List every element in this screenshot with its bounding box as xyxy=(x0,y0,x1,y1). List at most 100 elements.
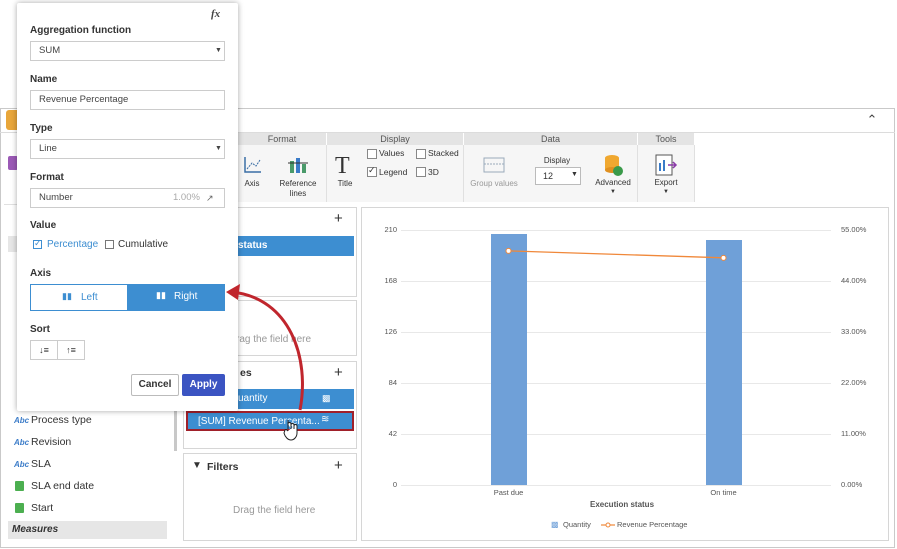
chevron-down-icon: ▼ xyxy=(215,47,222,54)
type-label: Type xyxy=(30,123,53,134)
chevron-down-icon: ▼ xyxy=(663,189,669,195)
filter-icon: ▼ xyxy=(192,460,202,471)
format-value: Number xyxy=(39,192,73,203)
collapse-icon[interactable]: ⌃ xyxy=(864,112,880,128)
display-count-select[interactable]: 12 ▼ xyxy=(535,167,581,185)
apply-button[interactable]: Apply xyxy=(182,374,225,396)
chart-area: Execution status ▩ Quantity Revenue Perc… xyxy=(361,207,889,541)
format-label: Format xyxy=(30,172,64,183)
filters-header: Filters xyxy=(207,461,239,473)
chevron-down-icon: ▼ xyxy=(610,189,616,195)
right-axis-icon: ▮▮ xyxy=(156,290,166,300)
field-sla[interactable]: SLA xyxy=(31,458,51,470)
name-label: Name xyxy=(30,74,58,85)
field-revision[interactable]: Revision xyxy=(31,436,71,448)
line-point xyxy=(505,247,512,254)
export-label: Export xyxy=(654,178,678,187)
axis-icon xyxy=(244,157,261,173)
group-values-button[interactable]: Group values xyxy=(468,155,520,191)
measures-header: Measures xyxy=(8,521,167,539)
annotation-arrow xyxy=(226,284,304,411)
sort-label: Sort xyxy=(30,324,50,335)
aggregation-select[interactable]: SUM ▼ xyxy=(30,41,225,61)
database-icon xyxy=(605,155,623,176)
value-label: Value xyxy=(30,220,57,231)
axis-label-popup: Axis xyxy=(30,268,52,279)
legend-label: Legend xyxy=(379,167,408,177)
bar-chart-icon: ▩ xyxy=(322,393,331,403)
group-values-label: Group values xyxy=(470,179,518,188)
axis-right-button[interactable]: ▮▮ Right xyxy=(128,284,225,311)
stacked-label: Stacked xyxy=(428,148,459,158)
format-sample: 1.00% xyxy=(173,192,200,203)
calendar-icon xyxy=(15,503,24,513)
values-label: Values xyxy=(379,148,405,158)
filters-drag-hint: Drag the field here xyxy=(233,505,316,516)
reference-lines-label-2: lines xyxy=(289,189,307,198)
3d-checkbox[interactable] xyxy=(416,167,426,177)
aggregation-label: Aggregation function xyxy=(30,25,132,36)
series-line xyxy=(508,250,724,259)
field-start[interactable]: Start xyxy=(31,502,53,514)
line-chart-icon: ≋ xyxy=(321,414,330,425)
format-input[interactable]: Number 1.00% ↗ xyxy=(30,188,225,208)
text-field-icon: Abc xyxy=(14,460,30,469)
line-point xyxy=(720,254,727,261)
add-value-icon[interactable]: + xyxy=(334,365,343,380)
title-label: Title xyxy=(337,179,353,188)
calendar-icon xyxy=(15,481,24,491)
ribbon-group-display: Display xyxy=(327,133,463,145)
check-icon: ✓ xyxy=(34,238,42,248)
axis-label: Axis xyxy=(244,179,260,188)
export-icon xyxy=(655,154,678,176)
field-sla-end-date[interactable]: SLA end date xyxy=(31,480,94,492)
external-link-icon[interactable]: ↗ xyxy=(206,189,214,207)
field-process-type[interactable]: Process type xyxy=(31,414,92,426)
type-select[interactable]: Line ▼ xyxy=(30,139,225,159)
3d-label: 3D xyxy=(428,167,439,177)
aggregation-value: SUM xyxy=(39,45,61,56)
values-checkbox[interactable] xyxy=(367,149,377,159)
axis-right-label: Right xyxy=(174,291,198,302)
revenue-line-series xyxy=(505,247,727,261)
stacked-checkbox[interactable] xyxy=(416,149,426,159)
axis-left-button[interactable]: ▮▮ Left xyxy=(30,284,128,311)
text-field-icon: Abc xyxy=(14,438,30,447)
reference-lines-label-1: Reference xyxy=(279,179,317,188)
ribbon-group-tools: Tools xyxy=(638,133,694,145)
export-button[interactable]: Export ▼ xyxy=(646,153,686,199)
ribbon-group-format: Format xyxy=(238,133,326,145)
reference-lines-icon xyxy=(288,158,308,173)
save-button[interactable] xyxy=(0,152,18,190)
reference-lines-button[interactable]: Reference lines xyxy=(276,155,320,199)
measures-label: Measures xyxy=(12,524,59,535)
title-button[interactable]: T Title xyxy=(333,153,357,191)
legend-checkbox[interactable]: ✓ xyxy=(367,165,377,177)
percentage-label: Percentage xyxy=(47,239,99,250)
axis-button[interactable]: Axis xyxy=(240,155,264,193)
cancel-button[interactable]: Cancel xyxy=(131,374,179,396)
hand-cursor-icon xyxy=(283,420,298,441)
display-count-label: Display xyxy=(543,156,571,165)
display-count-value: 12 xyxy=(543,171,554,181)
fx-icon[interactable]: fx xyxy=(211,8,220,20)
cumulative-label: Cumulative xyxy=(118,239,169,250)
advanced-label: Advanced xyxy=(595,178,631,187)
name-input[interactable]: Revenue Percentage xyxy=(30,90,225,110)
chevron-down-icon: ▼ xyxy=(571,171,578,178)
cumulative-checkbox[interactable] xyxy=(105,240,114,249)
ribbon-group-data: Data xyxy=(464,133,637,145)
percentage-checkbox[interactable]: ✓ xyxy=(33,238,42,249)
type-value: Line xyxy=(39,143,57,154)
sort-ascending-icon: ↓≡ xyxy=(39,345,49,355)
add-filter-icon[interactable]: + xyxy=(334,458,343,473)
title-icon: T xyxy=(335,153,350,179)
sort-ascending-button[interactable]: ↓≡ xyxy=(30,340,58,360)
advanced-button[interactable]: Advanced ▼ xyxy=(593,153,633,199)
sort-descending-button[interactable]: ↑≡ xyxy=(57,340,85,360)
left-axis-icon: ▮▮ xyxy=(62,291,72,301)
axis-left-label: Left xyxy=(81,292,98,303)
check-icon: ✓ xyxy=(368,165,376,175)
sort-descending-icon: ↑≡ xyxy=(66,345,76,355)
add-row-icon[interactable]: + xyxy=(334,211,343,226)
